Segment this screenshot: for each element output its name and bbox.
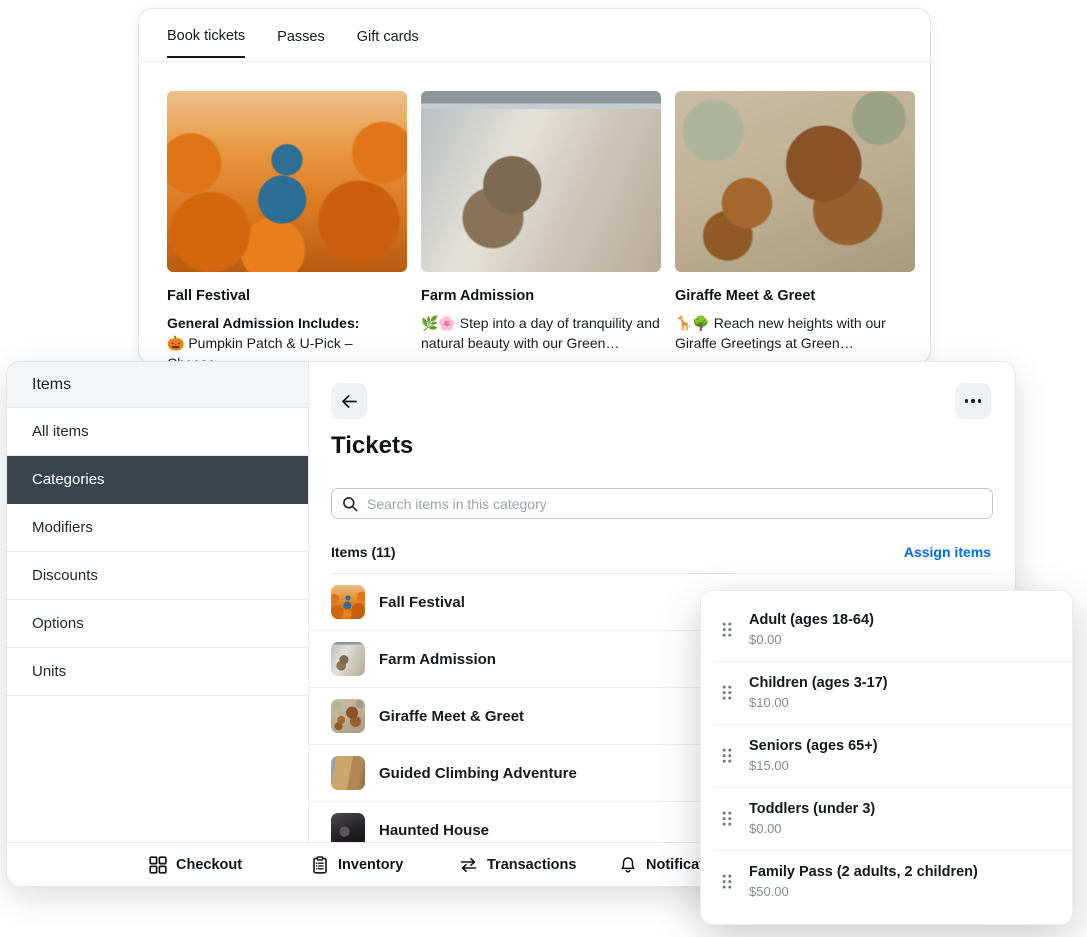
item-thumbnail (331, 642, 365, 676)
card-description: 🌿🌸 Step into a day of tranquility and na… (421, 313, 661, 353)
variation-row-toddlers[interactable]: Toddlers (under 3) $0.00 (701, 788, 1072, 851)
drag-handle-icon[interactable] (721, 747, 733, 764)
variation-row-family-pass[interactable]: Family Pass (2 adults, 2 children) $50.0… (701, 851, 1072, 914)
item-thumbnail (331, 699, 365, 733)
sidebar-item-modifiers[interactable]: Modifiers (7, 504, 308, 552)
nav-inventory[interactable]: Inventory (311, 843, 403, 887)
sidebar-item-categories[interactable]: Categories (7, 456, 308, 504)
fall-festival-photo (167, 91, 407, 272)
farm-admission-photo (421, 91, 661, 272)
tab-passes[interactable]: Passes (277, 13, 325, 57)
back-button[interactable] (331, 383, 367, 419)
items-sidebar: Items All items Categories Modifiers Dis… (7, 362, 309, 842)
search-input[interactable] (367, 496, 982, 512)
search-bar (331, 488, 993, 519)
variation-row-adult[interactable]: Adult (ages 18-64) $0.00 (701, 599, 1072, 662)
item-label: Farm Admission (379, 651, 496, 668)
inventory-clipboard-icon (311, 856, 329, 874)
nav-label: Inventory (338, 857, 403, 873)
card-fall-festival[interactable]: Fall Festival General Admission Includes… (167, 91, 407, 364)
item-thumbnail (331, 585, 365, 619)
giraffe-photo (675, 91, 915, 272)
sidebar-item-options[interactable]: Options (7, 600, 308, 648)
card-title: Fall Festival (167, 288, 407, 304)
card-title: Farm Admission (421, 288, 661, 304)
item-label: Fall Festival (379, 594, 465, 611)
item-thumbnail (331, 756, 365, 790)
sidebar-item-discounts[interactable]: Discounts (7, 552, 308, 600)
booking-window: Book tickets Passes Gift cards Fall Fest… (138, 8, 931, 364)
item-label: Guided Climbing Adventure (379, 765, 577, 782)
variation-price: $10.00 (749, 695, 1056, 710)
drag-handle-icon[interactable] (721, 873, 733, 890)
items-count: Items (11) (331, 544, 396, 560)
variation-name: Adult (ages 18-64) (749, 612, 1056, 628)
tab-gift-cards[interactable]: Gift cards (357, 13, 419, 57)
variation-row-seniors[interactable]: Seniors (ages 65+) $15.00 (701, 725, 1072, 788)
assign-items-link[interactable]: Assign items (904, 544, 991, 560)
ellipsis-icon (965, 399, 982, 403)
item-thumbnail (331, 813, 365, 842)
drag-handle-icon[interactable] (721, 810, 733, 827)
checkout-grid-icon (149, 856, 167, 874)
sidebar-title: Items (7, 362, 308, 408)
card-title: Giraffe Meet & Greet (675, 288, 915, 304)
notifications-bell-icon (619, 856, 637, 874)
variation-price: $15.00 (749, 758, 1056, 773)
tab-book-tickets[interactable]: Book tickets (167, 12, 245, 58)
drag-handle-icon[interactable] (721, 621, 733, 638)
more-actions-button[interactable] (955, 383, 991, 419)
sidebar-nav: All items Categories Modifiers Discounts… (7, 408, 308, 696)
card-description: 🎃 Pumpkin Patch & U-Pick – Choose… (167, 333, 407, 364)
nav-label: Checkout (176, 857, 242, 873)
variation-price: $0.00 (749, 632, 1056, 647)
nav-transactions[interactable]: Transactions (459, 843, 576, 887)
card-description-heading: General Admission Includes: (167, 313, 407, 333)
variation-price: $0.00 (749, 821, 1056, 836)
variation-name: Children (ages 3-17) (749, 675, 1056, 691)
variation-name: Toddlers (under 3) (749, 801, 1056, 817)
item-label: Giraffe Meet & Greet (379, 708, 524, 725)
card-farm-admission[interactable]: Farm Admission 🌿🌸 Step into a day of tra… (421, 91, 661, 364)
sidebar-item-units[interactable]: Units (7, 648, 308, 696)
back-arrow-icon (340, 392, 359, 411)
sidebar-item-all-items[interactable]: All items (7, 408, 308, 456)
variation-price: $50.00 (749, 884, 1056, 899)
variation-name: Family Pass (2 adults, 2 children) (749, 864, 1056, 880)
variation-row-children[interactable]: Children (ages 3-17) $10.00 (701, 662, 1072, 725)
variations-panel: Adult (ages 18-64) $0.00 Children (ages … (700, 590, 1073, 925)
items-meta-row: Items (11) Assign items (331, 544, 991, 560)
card-giraffe-meet-greet[interactable]: Giraffe Meet & Greet 🦒🌳 Reach new height… (675, 91, 915, 364)
category-title: Tickets (331, 432, 413, 460)
booking-tabbar: Book tickets Passes Gift cards (139, 9, 930, 62)
transactions-arrows-icon (459, 856, 478, 874)
drag-handle-icon[interactable] (721, 684, 733, 701)
screen: Book tickets Passes Gift cards Fall Fest… (0, 0, 1087, 937)
nav-label: Transactions (487, 857, 576, 873)
variation-name: Seniors (ages 65+) (749, 738, 1056, 754)
ticket-cards: Fall Festival General Admission Includes… (167, 91, 915, 364)
card-description: 🦒🌳 Reach new heights with our Giraffe Gr… (675, 313, 915, 353)
search-icon (342, 496, 358, 512)
item-label: Haunted House (379, 822, 489, 839)
nav-checkout[interactable]: Checkout (149, 843, 242, 887)
